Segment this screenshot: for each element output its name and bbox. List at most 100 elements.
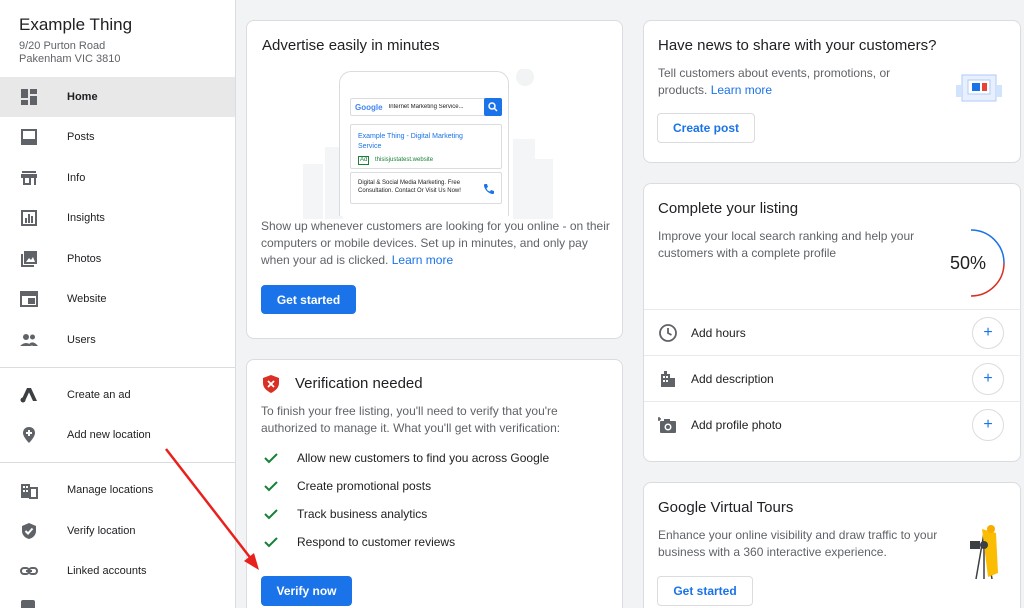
advertise-card-body: Show up whenever customers are looking f… — [261, 218, 611, 269]
dashboard-icon — [20, 88, 38, 106]
sidebar-item-manage-locations[interactable]: Manage locations — [0, 470, 235, 510]
advertise-card-title: Advertise easily in minutes — [262, 37, 440, 54]
sidebar-item-label: Add new location — [67, 429, 151, 441]
users-icon — [20, 331, 38, 349]
sidebar-item-info[interactable]: Info — [0, 158, 235, 198]
search-icon — [484, 98, 502, 116]
sidebar-item-linked-accounts[interactable]: Linked accounts — [0, 551, 235, 591]
sidebar-item-label: Photos — [67, 253, 102, 265]
checkmark-icon — [264, 509, 278, 520]
add-hours-row[interactable]: Add hours + — [644, 309, 1022, 355]
sidebar-item-create-ad[interactable]: Create an ad — [0, 375, 235, 415]
add-profile-photo-plus-button[interactable]: + — [972, 409, 1004, 441]
ad-title: Example Thing - Digital Marketing Servic… — [358, 133, 463, 150]
sidebar-item-website[interactable]: Website — [0, 279, 235, 319]
posts-icon — [20, 128, 38, 146]
ad-badge: Ad — [358, 156, 370, 165]
add-description-row[interactable]: Add description + — [644, 355, 1022, 401]
benefit-label: Respond to customer reviews — [297, 535, 456, 549]
news-card-description: Tell customers about events, promotions,… — [658, 66, 891, 97]
advertise-card: Advertise easily in minutes Google Inter… — [246, 20, 623, 339]
benefit-item: Create promotional posts — [263, 477, 431, 495]
ad-description: Digital & Social Media Marketing. Free C… — [358, 180, 461, 194]
tours-get-started-button[interactable]: Get started — [657, 576, 753, 606]
add-profile-photo-row[interactable]: Add profile photo + — [644, 401, 1022, 447]
row-label: Add description — [691, 372, 774, 386]
news-card: Have news to share with your customers? … — [643, 20, 1021, 163]
google-search-bar: Google Internet Marketing Service... — [350, 98, 502, 116]
phone-mockup: Google Internet Marketing Service... Exa… — [339, 71, 509, 216]
sidebar-item-label: Insights — [67, 212, 105, 224]
sidebar-item-label: Linked accounts — [67, 565, 147, 577]
sidebar-item-verify-location[interactable]: Verify location — [0, 511, 235, 551]
sidebar-item-label: Website — [67, 293, 107, 305]
camera-tripod-illustration — [970, 525, 998, 580]
add-description-plus-button[interactable]: + — [972, 363, 1004, 395]
verification-card-body: To finish your free listing, you'll need… — [261, 404, 561, 435]
news-learn-more-link[interactable]: Learn more — [711, 83, 772, 97]
google-ads-icon — [20, 386, 38, 404]
sidebar-item-add-location[interactable]: Add new location — [0, 415, 235, 455]
buildings-icon — [20, 481, 38, 499]
address-line-2: Pakenham VIC 3810 — [19, 53, 121, 65]
add-hours-plus-button[interactable]: + — [972, 317, 1004, 349]
advertise-get-started-button[interactable]: Get started — [261, 285, 356, 314]
sidebar-item-home[interactable]: Home — [0, 77, 235, 117]
sidebar-item-label: Manage locations — [67, 484, 154, 496]
benefit-item: Track business analytics — [263, 505, 427, 523]
storefront-icon — [20, 169, 38, 187]
sidebar-item-label: Home — [67, 91, 98, 103]
business-address: 9/20 Purton Road Pakenham VIC 3810 — [19, 40, 121, 66]
store-icon — [661, 371, 675, 387]
address-line-1: 9/20 Purton Road — [19, 40, 106, 52]
row-label: Add profile photo — [691, 418, 782, 432]
ad-description-box: Digital & Social Media Marketing. Free C… — [350, 172, 502, 204]
sidebar-item-label: Create an ad — [67, 389, 131, 401]
post-illustration-icon — [956, 74, 1002, 102]
complete-listing-card: Complete your listing Improve your local… — [643, 183, 1022, 462]
news-card-title: Have news to share with your customers? — [658, 37, 937, 54]
sidebar-item-posts[interactable]: Posts — [0, 117, 235, 157]
verification-card-title: Verification needed — [295, 375, 423, 392]
sidebar-item-label: Posts — [67, 131, 95, 143]
verification-card: Verification needed To finish your free … — [246, 359, 623, 608]
benefit-label: Create promotional posts — [297, 479, 432, 493]
sidebar-item-label: Users — [67, 334, 96, 346]
website-icon — [20, 290, 38, 308]
clock-icon — [659, 324, 677, 342]
benefit-label: Track business analytics — [297, 507, 428, 521]
search-query: Internet Marketing Service... — [388, 104, 464, 110]
row-label: Add hours — [691, 326, 746, 340]
google-logo: Google — [355, 102, 383, 112]
advertise-learn-more-link[interactable]: Learn more — [392, 253, 453, 267]
shield-check-icon — [20, 522, 38, 540]
create-post-button[interactable]: Create post — [657, 113, 755, 143]
sidebar-item-insights[interactable]: Insights — [0, 198, 235, 238]
add-photo-icon — [658, 417, 676, 433]
virtual-tours-card: Google Virtual Tours Enhance your online… — [643, 482, 1021, 608]
listing-card-body: Improve your local search ranking and he… — [658, 229, 915, 260]
benefit-item: Respond to customer reviews — [263, 533, 455, 551]
checkmark-icon — [264, 453, 278, 464]
sidebar-item-label: Info — [67, 172, 86, 184]
verify-now-button[interactable]: Verify now — [261, 576, 352, 606]
add-location-icon — [20, 426, 38, 444]
checkmark-icon — [264, 481, 278, 492]
benefit-item: Allow new customers to find you across G… — [263, 449, 549, 467]
bar-chart-icon — [20, 209, 38, 227]
sidebar-item-label: Verify location — [67, 525, 136, 537]
listing-progress-ring: 50% — [932, 226, 1010, 301]
photos-icon — [20, 250, 38, 268]
sidebar-divider — [0, 367, 235, 368]
benefit-label: Allow new customers to find you across G… — [297, 451, 550, 465]
link-icon — [20, 562, 38, 580]
checkmark-icon — [264, 537, 278, 548]
sidebar-item-users[interactable]: Users — [0, 320, 235, 360]
sidebar-item-photos[interactable]: Photos — [0, 239, 235, 279]
sidebar-next-item-icon — [21, 600, 35, 608]
tours-card-body: Enhance your online visibility and draw … — [658, 528, 938, 559]
sidebar-divider — [0, 462, 235, 463]
business-name: Example Thing — [19, 15, 133, 34]
tours-card-title: Google Virtual Tours — [658, 499, 794, 516]
phone-call-icon — [483, 182, 495, 200]
